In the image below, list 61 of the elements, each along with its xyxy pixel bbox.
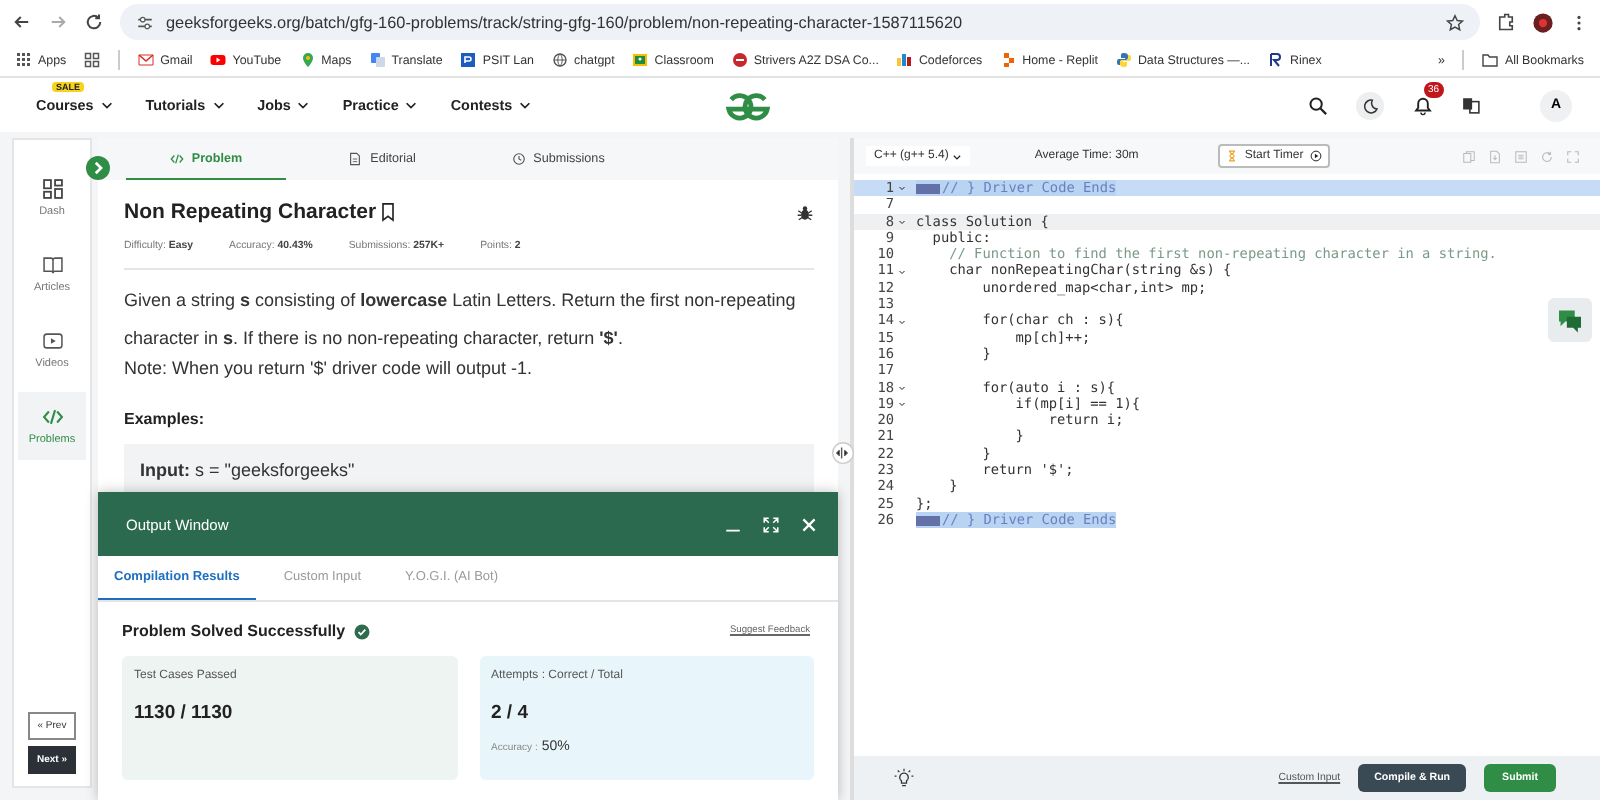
bookmark-star-icon[interactable] <box>1446 13 1464 31</box>
card-value: 2 / 4 <box>491 702 530 724</box>
play-icon <box>1309 150 1322 162</box>
success-check-icon <box>353 623 370 639</box>
problem-title: Non Repeating Character <box>124 200 377 224</box>
examples-heading: Examples: <box>124 410 207 428</box>
clock-icon <box>511 151 526 165</box>
close-icon[interactable] <box>800 515 818 533</box>
apps-icon <box>16 52 32 68</box>
splitter-handle-icon[interactable] <box>832 442 854 464</box>
classroom-icon <box>632 52 649 68</box>
caret-icon <box>952 151 963 161</box>
hourglass-icon <box>1226 150 1239 162</box>
document-icon <box>348 151 363 165</box>
extensions-icon[interactable] <box>1496 12 1516 32</box>
address-bar[interactable]: geeksforgeeks.org/batch/gfg-160-problems/track/string-gfg-160/problem/non-repeating-character-1587115620 <box>120 4 1480 40</box>
caret-icon <box>404 98 419 112</box>
caret-icon <box>211 98 226 112</box>
expand-icon[interactable] <box>762 515 780 533</box>
code-icon <box>41 406 63 428</box>
book-icon <box>41 254 63 276</box>
dashboard-icon <box>41 178 63 200</box>
sidebar-toggle-icon[interactable] <box>86 156 110 180</box>
folded-code-marker[interactable] <box>916 183 940 194</box>
site-settings-icon[interactable] <box>136 13 154 31</box>
blocks-icon <box>1000 52 1017 68</box>
back-icon[interactable] <box>12 12 32 32</box>
profile-icon[interactable] <box>1532 11 1554 33</box>
problem-description: Given a string s consisting of lowercase Latin Letters. Return the first non-repeating character in s. If there is no non-repeating character, return '$'. <box>124 288 798 352</box>
dark-mode-icon[interactable] <box>1356 91 1384 119</box>
tab-groups-icon[interactable] <box>84 52 101 68</box>
folder-icon <box>1482 52 1499 68</box>
example-text: Input: s = "geeksforgeeks" <box>140 460 357 480</box>
url-text: geeksforgeeks.org/batch/gfg-160-problems/track/string-gfg-160/problem/non-repeating-character-1587115620 <box>166 13 965 31</box>
bug-icon[interactable] <box>796 203 814 221</box>
globe-icon <box>552 52 568 68</box>
search-icon[interactable] <box>1308 95 1328 115</box>
lightbulb-icon[interactable] <box>894 768 914 788</box>
folded-code-marker[interactable] <box>916 515 940 526</box>
video-icon <box>41 330 63 352</box>
letter-tile-icon <box>460 52 477 68</box>
reload-icon[interactable] <box>84 12 104 32</box>
bookmark-icon[interactable] <box>378 202 399 222</box>
caret-icon <box>518 98 533 112</box>
bar-chart-icon <box>896 52 913 68</box>
status-message: Problem Solved Successfully <box>122 622 346 640</box>
map-pin-icon <box>299 52 316 68</box>
caret-icon <box>99 98 114 112</box>
mail-icon <box>138 52 155 68</box>
problem-note: Note: When you return '$' driver code will output -1. <box>124 356 535 382</box>
caret-icon <box>296 98 311 112</box>
no-entry-icon <box>731 52 748 68</box>
snake-logo-icon <box>1115 52 1132 68</box>
card-value: 1130 / 1130 <box>134 702 235 724</box>
bell-icon[interactable] <box>1412 94 1434 116</box>
translate-icon <box>369 52 386 68</box>
code-icon <box>169 151 184 165</box>
video-play-icon <box>210 52 227 68</box>
translate-icon[interactable] <box>1462 96 1480 114</box>
letter-logo-icon <box>1268 52 1285 68</box>
chat-icon[interactable] <box>1548 298 1592 342</box>
